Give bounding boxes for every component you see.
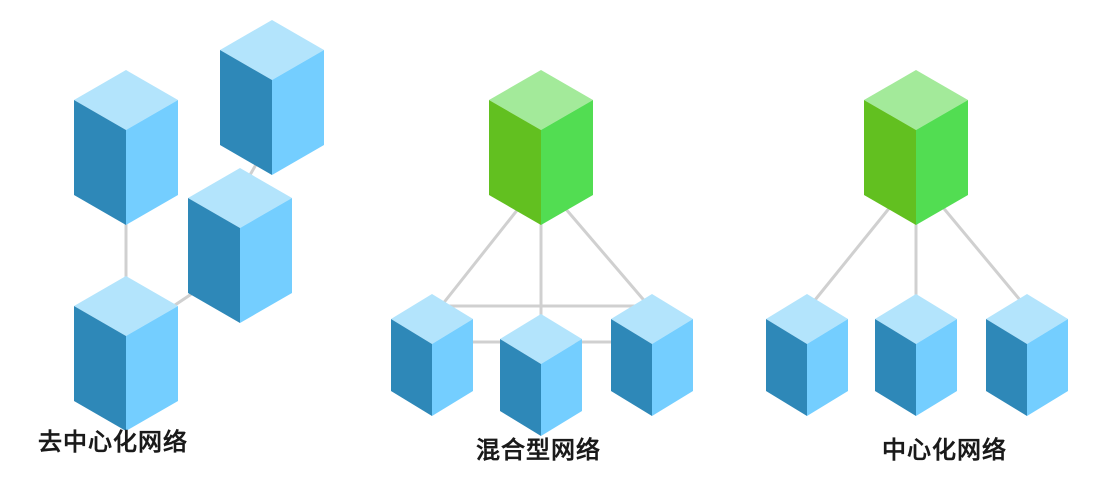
cube-d2-left: [391, 294, 473, 416]
caption-decentralized-network: 去中心化网络: [38, 428, 188, 456]
cube-d1-middle: [188, 168, 292, 323]
cube-d1-bottom: [74, 276, 178, 431]
cube-d3-center: [875, 294, 957, 416]
cube-d3-right: [986, 294, 1068, 416]
caption-centralized-network: 中心化网络: [882, 436, 1007, 464]
cube-d2-hub: [489, 70, 593, 225]
cube-d2-right: [611, 294, 693, 416]
cube-d3-left: [766, 294, 848, 416]
caption-hybrid-network: 混合型网络: [476, 436, 601, 464]
cube-d1-top-right: [220, 20, 324, 175]
cube-d1-top-left: [74, 70, 178, 225]
cube-d2-center: [500, 314, 582, 436]
cube-d3-hub: [864, 70, 968, 225]
node-cubes: [74, 20, 1068, 436]
